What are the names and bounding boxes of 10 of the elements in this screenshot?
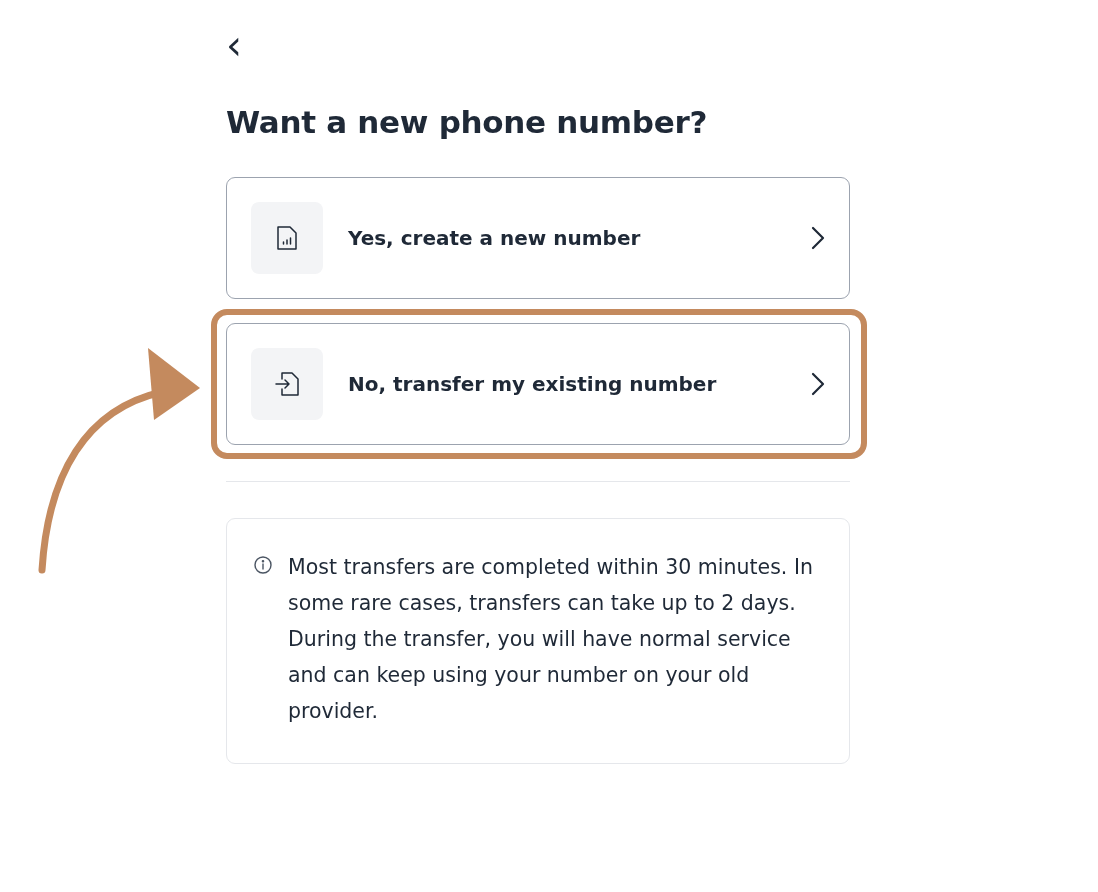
import-file-icon [273, 370, 301, 398]
chevron-right-icon [811, 226, 825, 250]
chevron-right-icon [811, 372, 825, 396]
option-card[interactable]: No, transfer my existing number [226, 323, 850, 445]
option-card[interactable]: Yes, create a new number [226, 177, 850, 299]
info-icon [253, 555, 273, 575]
info-text: Most transfers are completed within 30 minutes. In some rare cases, transfers can take up to 2 days. During the transfer, you will have normal service and can keep using your number on your old provider. [288, 554, 814, 725]
back-button[interactable]: ‹ [226, 28, 246, 62]
page-title: Want a new phone number? [226, 104, 709, 140]
sim-card-icon [275, 224, 299, 252]
